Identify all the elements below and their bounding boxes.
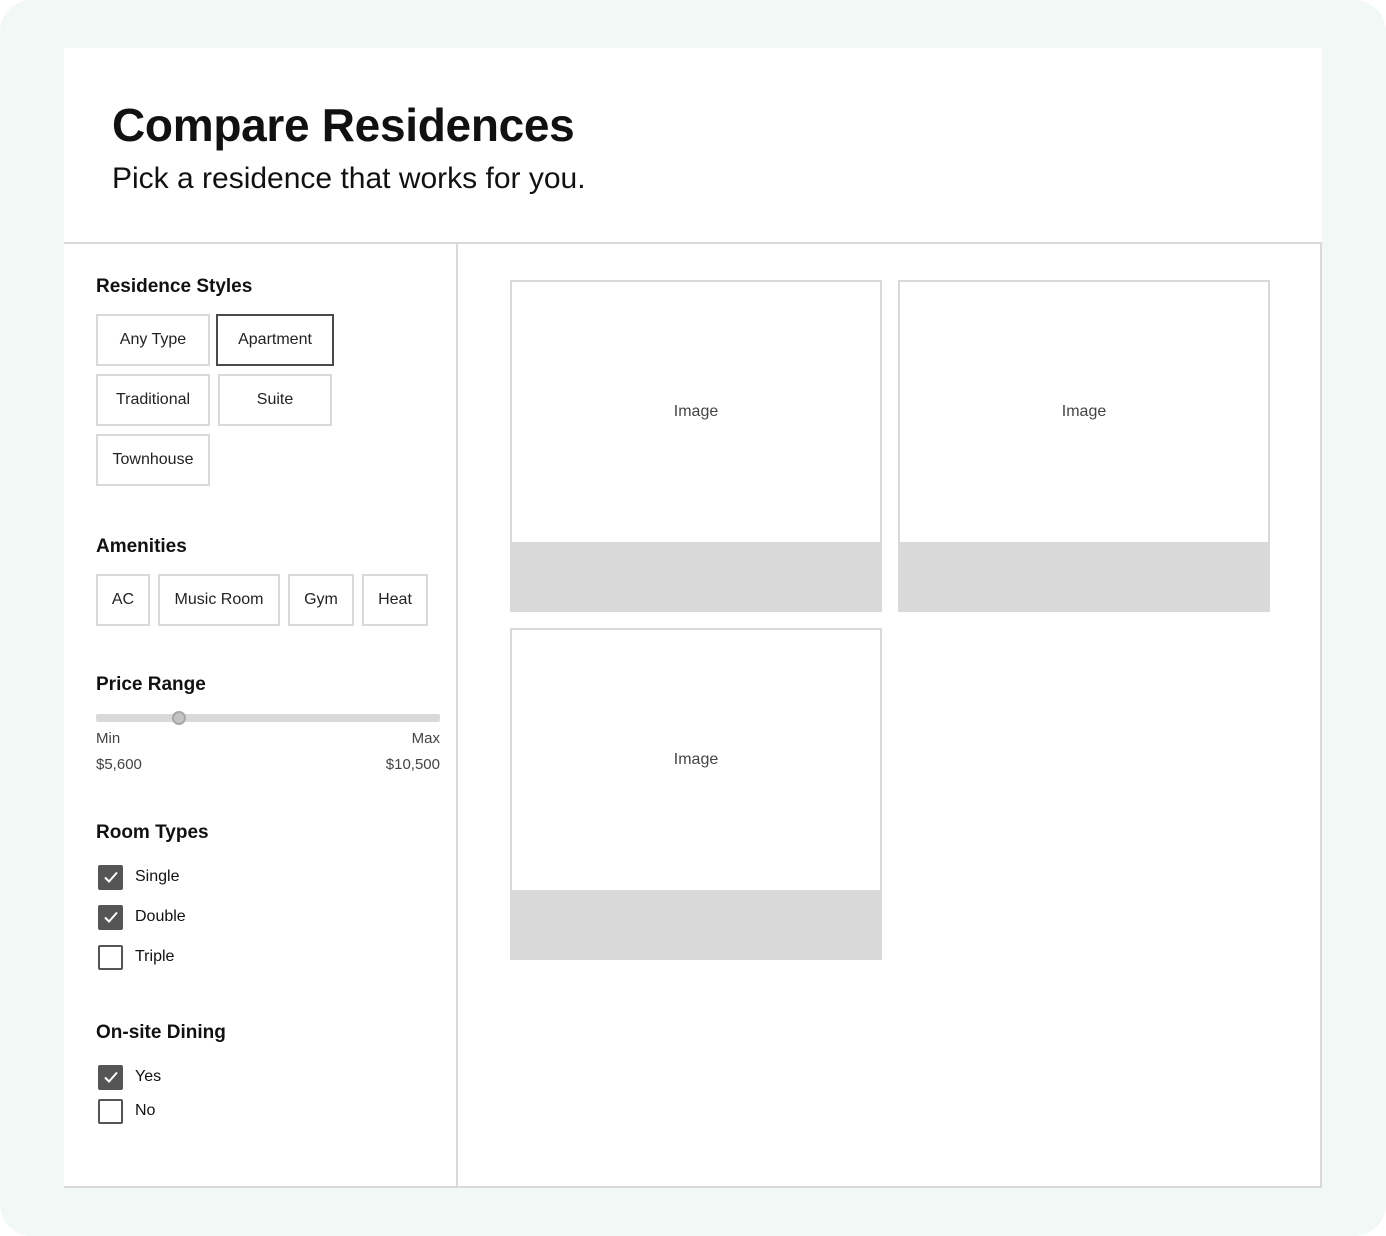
room-type-double-label: Double	[135, 908, 186, 925]
card-footer	[510, 542, 882, 612]
amenities-title: Amenities	[96, 536, 187, 557]
page-title: Compare Residences	[112, 99, 575, 151]
card-footer	[510, 890, 882, 960]
card-image-placeholder: Image	[673, 751, 719, 768]
page-subtitle: Pick a residence that works for you.	[112, 162, 586, 195]
price-min-value: $5,600	[96, 756, 142, 773]
dining-no-label: No	[135, 1102, 156, 1119]
dining-title: On-site Dining	[96, 1022, 226, 1043]
dining-yes-label: Yes	[135, 1068, 162, 1085]
residence-styles-title: Residence Styles	[96, 276, 253, 297]
style-chip-suite[interactable]: Suite	[218, 374, 332, 426]
card-image-placeholder: Image	[673, 403, 719, 420]
room-type-triple-row[interactable]: Triple	[98, 944, 174, 970]
check-icon	[103, 911, 118, 923]
price-range-title: Price Range	[96, 674, 206, 695]
card-footer	[898, 542, 1270, 612]
dining-yes-row[interactable]: Yes	[98, 1064, 161, 1090]
amenity-chip-gym[interactable]: Gym	[288, 574, 354, 626]
room-type-single-row[interactable]: Single	[98, 864, 179, 890]
style-chip-any-type[interactable]: Any Type	[96, 314, 210, 366]
check-icon	[103, 1071, 118, 1083]
price-max-value: $10,500	[385, 756, 440, 773]
amenity-chip-heat[interactable]: Heat	[362, 574, 428, 626]
residence-card[interactable]: Image	[510, 628, 882, 960]
price-slider-track[interactable]	[96, 714, 440, 722]
price-min-label: Min	[96, 730, 121, 747]
dining-no-checkbox[interactable]	[98, 1098, 123, 1124]
amenity-chip-ac[interactable]: AC	[96, 574, 150, 626]
residence-card[interactable]: Image	[898, 280, 1270, 612]
card-image-placeholder: Image	[1061, 403, 1107, 420]
room-type-triple-checkbox[interactable]	[98, 944, 123, 970]
amenity-chip-music-room[interactable]: Music Room	[158, 574, 280, 626]
room-type-double-row[interactable]: Double	[98, 904, 186, 930]
style-chip-apartment[interactable]: Apartment	[216, 314, 334, 366]
page-header: Compare Residences Pick a residence that…	[64, 48, 1322, 243]
dining-no-row[interactable]: No	[98, 1098, 155, 1124]
dining-yes-checkbox[interactable]	[98, 1064, 123, 1090]
price-max-label: Max	[411, 730, 440, 747]
room-types-title: Room Types	[96, 822, 209, 843]
room-type-single-label: Single	[135, 868, 180, 885]
room-type-double-checkbox[interactable]	[98, 904, 123, 930]
check-icon	[103, 871, 118, 883]
residence-card[interactable]: Image	[510, 280, 882, 612]
room-type-single-checkbox[interactable]	[98, 864, 123, 890]
filter-sidebar: Residence Styles Any Type Apartment Trad…	[64, 244, 458, 1188]
style-chip-townhouse[interactable]: Townhouse	[96, 434, 210, 486]
content-area: Residence Styles Any Type Apartment Trad…	[64, 242, 1322, 1188]
style-chip-traditional[interactable]: Traditional	[96, 374, 210, 426]
page: Compare Residences Pick a residence that…	[64, 48, 1322, 1188]
room-type-triple-label: Triple	[135, 948, 175, 965]
price-slider-handle[interactable]	[171, 711, 186, 725]
